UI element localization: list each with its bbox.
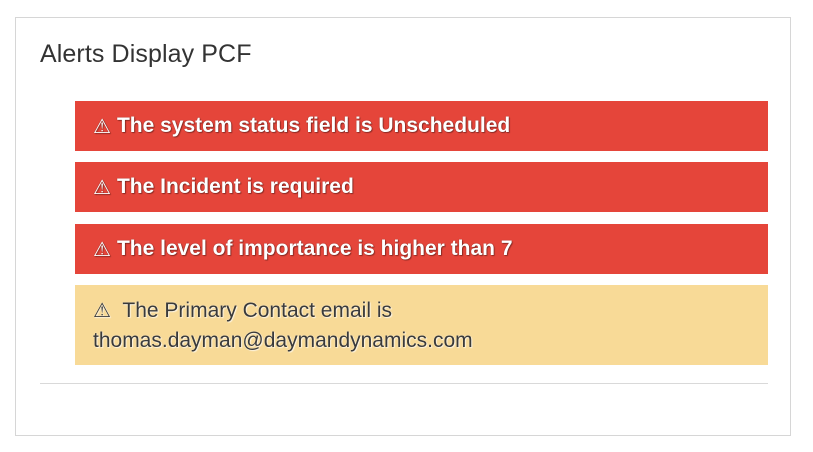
alert-warning-primary-contact: ⚠ The Primary Contact email is thomas.da…	[75, 285, 768, 365]
alert-error-system-status: ⚠ The system status field is Unscheduled	[75, 101, 768, 151]
alerts-panel: Alerts Display PCF ⚠ The system status f…	[15, 17, 791, 436]
alert-message: The Incident is required	[116, 175, 354, 198]
warning-triangle-icon: ⚠	[93, 297, 111, 322]
alert-message: The system status field is Unscheduled	[116, 114, 511, 137]
panel-divider	[40, 383, 768, 384]
warning-triangle-icon: ⚠	[93, 175, 111, 199]
alert-message: The Primary Contact email is thomas.daym…	[93, 298, 473, 352]
warning-triangle-icon: ⚠	[93, 237, 111, 261]
alert-error-importance-level: ⚠ The level of importance is higher than…	[75, 224, 768, 274]
warning-triangle-icon: ⚠	[93, 114, 111, 138]
alert-error-incident-required: ⚠ The Incident is required	[75, 162, 768, 212]
panel-title: Alerts Display PCF	[40, 40, 252, 68]
alert-message: The level of importance is higher than 7	[116, 237, 513, 260]
